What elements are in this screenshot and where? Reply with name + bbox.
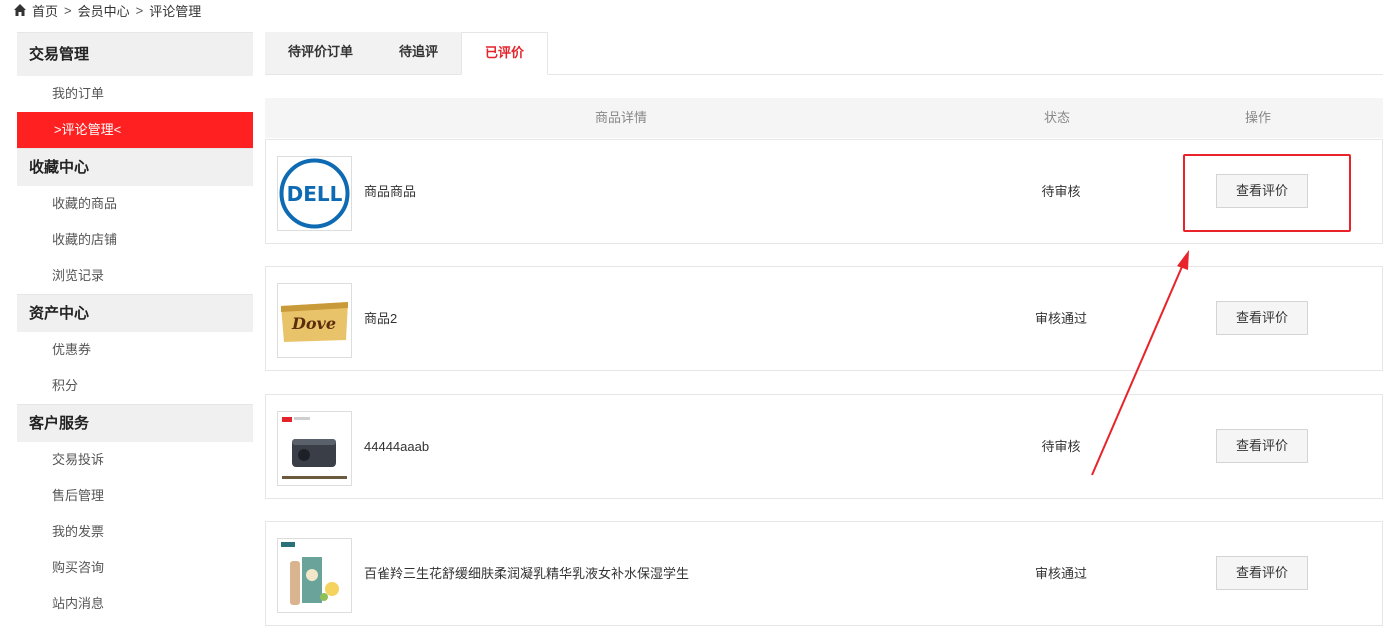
sidebar-item-points[interactable]: 积分 <box>17 368 253 404</box>
tab-reviewed[interactable]: 已评价 <box>461 32 549 75</box>
sidebar-item-favorite-stores[interactable]: 收藏的店铺 <box>17 222 253 258</box>
column-header-operation: 操作 <box>1245 110 1272 125</box>
sidebar-group-favorites: 收藏中心 <box>17 148 253 186</box>
review-tabs: 待评价订单 待追评 已评价 <box>265 32 1383 75</box>
annotation-arrow-icon <box>1091 250 1189 476</box>
product-name[interactable]: 44444aaab <box>364 395 429 498</box>
view-review-button[interactable]: 查看评价 <box>1216 429 1308 463</box>
table-row: 百雀羚三生花舒缓细肤柔润凝乳精华乳液女补水保湿学生 审核通过 查看评价 <box>265 521 1383 626</box>
product-image-projector[interactable] <box>277 411 352 486</box>
product-name[interactable]: 商品2 <box>364 267 397 370</box>
breadcrumb-member-center[interactable]: 会员中心 <box>78 1 130 20</box>
sidebar-item-review-management[interactable]: >评论管理< <box>17 112 253 148</box>
product-name[interactable]: 商品商品 <box>364 140 416 243</box>
review-status: 待审核 <box>1041 184 1081 199</box>
product-image-skincare[interactable] <box>277 538 352 613</box>
sidebar-item-my-orders[interactable]: 我的订单 <box>17 76 253 112</box>
sidebar-item-messages[interactable]: 站内消息 <box>17 586 253 622</box>
sidebar-item-favorite-products[interactable]: 收藏的商品 <box>17 186 253 222</box>
product-name[interactable]: 百雀羚三生花舒缓细肤柔润凝乳精华乳液女补水保湿学生 <box>364 522 689 625</box>
home-icon[interactable] <box>13 3 27 17</box>
table-row: Dove 商品2 审核通过 查看评价 <box>265 266 1383 371</box>
breadcrumb: 首页 > 会员中心 > 评论管理 <box>13 0 201 20</box>
sidebar-item-coupons[interactable]: 优惠券 <box>17 332 253 368</box>
product-image-dove[interactable]: Dove <box>277 283 352 358</box>
breadcrumb-current: 评论管理 <box>149 3 202 19</box>
table-row: 44444aaab 待审核 查看评价 <box>265 394 1383 499</box>
sidebar-item-browse-history[interactable]: 浏览记录 <box>17 258 253 294</box>
sidebar-item-my-invoices[interactable]: 我的发票 <box>17 514 253 550</box>
column-header-detail: 商品详情 <box>595 110 648 125</box>
annotation-highlight-box <box>1183 154 1351 232</box>
column-header-status: 状态 <box>1044 110 1071 125</box>
review-status: 审核通过 <box>1034 566 1087 581</box>
breadcrumb-home[interactable]: 首页 <box>32 1 58 20</box>
svg-text:Dove: Dove <box>291 314 336 333</box>
view-review-button[interactable]: 查看评价 <box>1216 301 1308 335</box>
view-review-button[interactable]: 查看评价 <box>1216 556 1308 590</box>
sidebar-group-trade: 交易管理 <box>17 32 253 76</box>
sidebar-item-complaints[interactable]: 交易投诉 <box>17 442 253 478</box>
product-image-dell[interactable]: DELL <box>277 156 352 231</box>
sidebar: 交易管理 我的订单 >评论管理< 收藏中心 收藏的商品 收藏的店铺 浏览记录 资… <box>17 32 253 622</box>
breadcrumb-separator: > <box>64 2 72 18</box>
sidebar-item-purchase-inquiry[interactable]: 购买咨询 <box>17 550 253 586</box>
sidebar-group-assets: 资产中心 <box>17 294 253 332</box>
breadcrumb-separator: > <box>135 2 144 18</box>
tab-pending-review[interactable]: 待评价订单 <box>265 32 377 74</box>
sidebar-group-customer-service: 客户服务 <box>17 404 253 442</box>
tab-pending-followup[interactable]: 待追评 <box>376 32 462 74</box>
table-header: 商品详情 状态 操作 <box>265 98 1383 138</box>
svg-text:DELL: DELL <box>287 182 343 206</box>
sidebar-item-after-sales[interactable]: 售后管理 <box>17 478 253 514</box>
